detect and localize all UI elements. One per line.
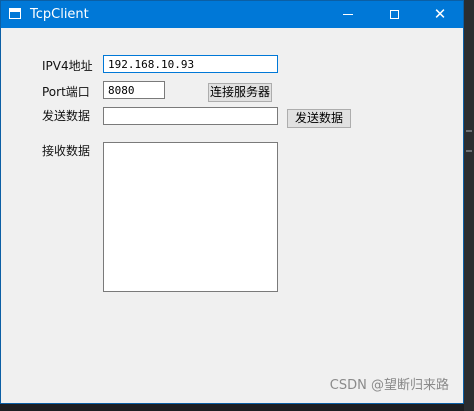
title-bar[interactable]: TcpClient ✕	[1, 1, 463, 28]
maximize-button[interactable]	[371, 1, 417, 28]
close-icon: ✕	[433, 5, 447, 23]
csdn-watermark: CSDN @望断归来路	[329, 378, 449, 393]
connect-server-button[interactable]: 连接服务器	[208, 83, 272, 102]
close-button[interactable]: ✕	[417, 1, 463, 28]
background-ide-strip	[464, 0, 474, 411]
minimize-icon	[343, 14, 353, 15]
ide-marker	[466, 130, 472, 132]
window-icon	[9, 8, 21, 19]
port-label: Port端口	[42, 85, 90, 99]
ipv4-label: IPV4地址	[42, 59, 93, 73]
receive-data-label: 接收数据	[42, 144, 91, 158]
receive-data-textarea[interactable]	[103, 142, 278, 292]
minimize-button[interactable]	[325, 1, 371, 28]
send-data-button[interactable]: 发送数据	[287, 109, 351, 128]
tcpclient-window: TcpClient ✕ IPV4地址 192.168.10.93 Port端口 …	[0, 0, 464, 404]
ipv4-input[interactable]: 192.168.10.93	[103, 55, 278, 73]
send-data-input[interactable]	[103, 107, 278, 125]
maximize-icon	[389, 10, 399, 19]
port-input[interactable]: 8080	[103, 81, 165, 99]
window-title: TcpClient	[30, 7, 89, 22]
ide-marker	[466, 150, 472, 152]
send-data-label: 发送数据	[42, 109, 91, 123]
